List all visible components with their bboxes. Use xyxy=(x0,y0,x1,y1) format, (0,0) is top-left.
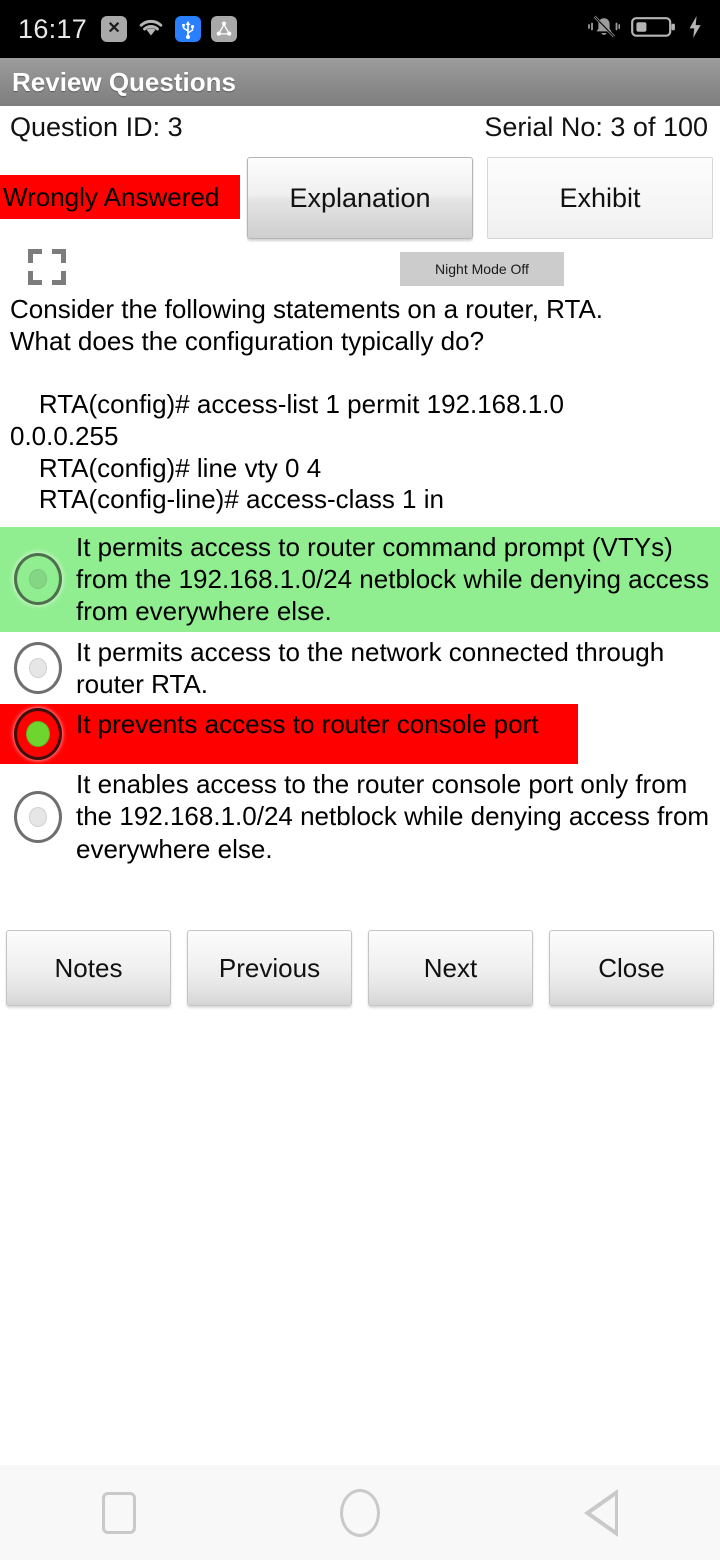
adb-debug-icon xyxy=(211,16,238,42)
status-right-icons xyxy=(588,14,702,45)
battery-icon xyxy=(631,15,677,44)
status-badge: Wrongly Answered xyxy=(0,175,240,219)
navigation-button-row: Notes Previous Next Close xyxy=(0,930,720,1006)
previous-button[interactable]: Previous xyxy=(187,930,352,1006)
answer-option-label-4: It enables access to the router console … xyxy=(76,769,710,864)
close-button[interactable]: Close xyxy=(549,930,714,1006)
radio-wrap-4[interactable] xyxy=(0,790,76,843)
serial-number-label: Serial No: 3 of 100 xyxy=(484,112,708,142)
back-button-icon[interactable] xyxy=(584,1488,618,1537)
answer-option-2[interactable]: It permits access to the network connect… xyxy=(0,632,720,704)
question-meta-row: Question ID: 3 Serial No: 3 of 100 xyxy=(0,112,720,156)
charging-bolt-icon xyxy=(688,15,702,44)
app-title-bar: Review Questions xyxy=(0,58,720,106)
answer-option-4[interactable]: It enables access to the router console … xyxy=(0,764,720,869)
fullscreen-icon[interactable] xyxy=(28,249,66,285)
answer-option-3[interactable]: It prevents access to router console por… xyxy=(0,704,720,765)
answer-option-label-1: It permits access to router command prom… xyxy=(76,532,710,627)
android-navigation-bar xyxy=(0,1465,720,1560)
radio-button-icon-selected[interactable] xyxy=(14,708,62,761)
question-text: Consider the following statements on a r… xyxy=(10,294,604,515)
recents-button-icon[interactable] xyxy=(102,1491,136,1534)
next-button[interactable]: Next xyxy=(368,930,533,1006)
answer-option-label-2: It permits access to the network connect… xyxy=(76,636,665,699)
answer-option-label-3: It prevents access to router console por… xyxy=(76,709,539,740)
radio-wrap-2[interactable] xyxy=(0,641,76,694)
status-left-icons: ✕ xyxy=(101,16,238,43)
exhibit-button[interactable]: Exhibit xyxy=(487,157,713,239)
no-sim-icon: ✕ xyxy=(101,16,128,42)
status-clock: 16:17 xyxy=(18,13,88,44)
notes-button[interactable]: Notes xyxy=(6,930,171,1006)
answer-option-1[interactable]: It permits access to router command prom… xyxy=(0,527,720,632)
night-mode-toggle-button[interactable]: Night Mode Off xyxy=(400,252,564,286)
answer-options-list: It permits access to router command prom… xyxy=(0,527,720,869)
page-title: Review Questions xyxy=(12,66,236,97)
question-id-label: Question ID: 3 xyxy=(10,112,183,142)
radio-button-icon[interactable] xyxy=(14,641,62,694)
radio-button-icon[interactable] xyxy=(14,790,62,843)
radio-button-icon[interactable] xyxy=(14,553,62,606)
app-screen: 16:17 ✕ Review Questions Question ID: 3 … xyxy=(0,0,720,1560)
silent-mode-icon xyxy=(588,14,621,45)
wifi-icon xyxy=(137,16,165,43)
status-bar: 16:17 ✕ xyxy=(0,0,720,58)
usb-icon xyxy=(175,16,202,42)
home-button-icon[interactable] xyxy=(340,1488,380,1537)
radio-wrap-1[interactable] xyxy=(0,553,76,606)
radio-wrap-3[interactable] xyxy=(0,708,76,761)
explanation-button[interactable]: Explanation xyxy=(247,157,473,239)
